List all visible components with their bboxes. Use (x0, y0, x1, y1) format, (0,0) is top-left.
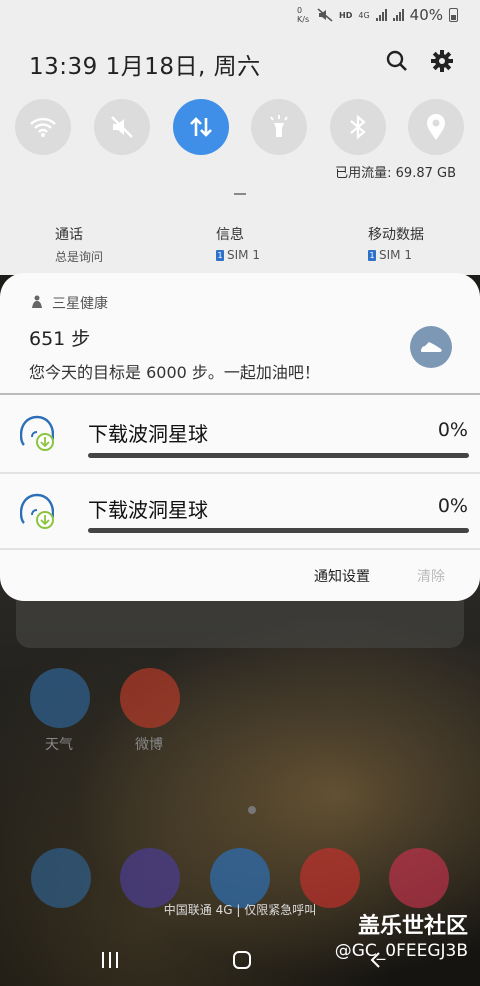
search-button[interactable] (382, 46, 412, 76)
download-progress-bar (88, 528, 469, 533)
sim-data-value: SIM 1 (379, 248, 412, 262)
panel-handle[interactable] (234, 193, 246, 195)
mute-icon (111, 116, 133, 138)
internet-app-icon[interactable] (120, 848, 180, 908)
sound-toggle[interactable] (94, 99, 150, 155)
bluetooth-toggle[interactable] (330, 99, 386, 155)
flashlight-icon (270, 115, 288, 137)
messages-app-icon[interactable] (31, 848, 91, 908)
signal-icon (375, 9, 387, 21)
download-progress-bar (88, 453, 469, 458)
data-usage: 已用流量: 69.87 GB (335, 166, 456, 181)
bluetooth-icon (350, 114, 366, 140)
notification-card: 三星健康 651 步 您今天的目标是 6000 步。一起加油吧！ 下载波洞星球 … (0, 273, 480, 601)
sim-messages[interactable]: 信息 1 SIM 1 (216, 224, 260, 262)
sim-messages-title: 信息 (216, 227, 244, 243)
flashlight-toggle[interactable] (251, 99, 307, 155)
clear-button[interactable]: 清除 (417, 566, 445, 586)
bodong-app-icon (20, 415, 54, 451)
download-notification[interactable]: 下载波洞星球 0% (0, 473, 480, 548)
hd-label: HD (339, 10, 353, 20)
sim-calls-value: 总是询问 (55, 250, 104, 264)
recents-icon (102, 952, 118, 968)
watermark-title: 盖乐世社区 (357, 914, 468, 939)
study-app-icon[interactable] (300, 848, 360, 908)
status-bar: 0 K/s HD 4G 40% (297, 6, 458, 24)
quick-panel: 0 K/s HD 4G 40% 13:39 1月18日, 周六 已用流量: 69… (0, 0, 480, 275)
health-app-name: 三星健康 (52, 296, 108, 312)
home-icon (233, 951, 251, 969)
sim-mobile-data[interactable]: 移动数据 1 SIM 1 (368, 224, 424, 262)
camera-app-icon[interactable] (389, 848, 449, 908)
bodong-app-icon (20, 493, 54, 529)
sim-chip-icon: 1 (216, 249, 224, 261)
health-message: 您今天的目标是 6000 步。一起加油吧！ (29, 363, 320, 382)
sim-messages-value: SIM 1 (227, 248, 260, 262)
back-button[interactable] (368, 950, 382, 974)
divider (0, 548, 480, 550)
health-shoe-button[interactable] (410, 326, 452, 368)
weather-app-label: 天气 (45, 737, 73, 753)
date-time: 13:39 1月18日, 周六 (29, 54, 261, 80)
settings-button[interactable] (427, 46, 457, 76)
health-notification[interactable]: 三星健康 651 步 您今天的目标是 6000 步。一起加油吧！ (0, 273, 480, 393)
sim-calls[interactable]: 通话 总是询问 (55, 224, 103, 265)
net-speed: 0 K/s (297, 6, 310, 24)
notification-settings-button[interactable]: 通知设置 (314, 566, 370, 586)
mobile-data-toggle[interactable] (173, 99, 229, 155)
location-icon (427, 114, 445, 140)
network-type: 4G (358, 10, 370, 20)
battery-percent: 40% (409, 6, 443, 24)
sim-calls-title: 通话 (55, 227, 83, 243)
download-percent: 0% (437, 495, 468, 517)
wifi-icon (30, 117, 56, 137)
download-percent: 0% (437, 419, 468, 441)
samsung-health-icon (32, 295, 42, 308)
wifi-toggle[interactable] (15, 99, 71, 155)
recents-button[interactable] (100, 950, 120, 974)
download-notification[interactable]: 下载波洞星球 0% (0, 395, 480, 470)
search-icon (386, 50, 407, 71)
gear-icon (431, 50, 453, 72)
download-title: 下载波洞星球 (88, 422, 208, 446)
weibo-app-icon[interactable] (120, 668, 180, 728)
home-button[interactable] (232, 950, 252, 974)
watermark-user: @GC_0FEEGJ3B (334, 941, 468, 961)
sim-chip-icon: 1 (368, 249, 376, 261)
data-arrows-icon (190, 117, 212, 137)
weibo-app-label: 微博 (135, 737, 163, 753)
back-icon (370, 952, 380, 968)
sim-data-title: 移动数据 (368, 227, 424, 243)
download-title: 下载波洞星球 (88, 498, 208, 522)
weather-app-icon[interactable] (30, 668, 90, 728)
app-store-icon[interactable] (210, 848, 270, 908)
battery-icon (449, 8, 458, 22)
shoe-icon (421, 342, 442, 352)
mute-status-icon (317, 8, 333, 22)
signal-icon-2 (392, 9, 404, 21)
health-steps: 651 步 (29, 328, 91, 350)
location-toggle[interactable] (408, 99, 464, 155)
page-indicator (248, 806, 256, 814)
